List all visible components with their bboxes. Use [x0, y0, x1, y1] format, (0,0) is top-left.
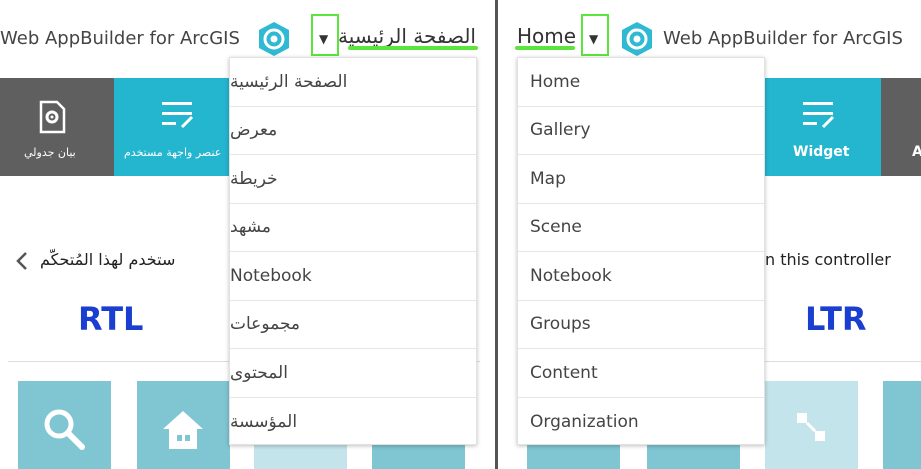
active-underline [348, 46, 478, 50]
rtl-nav-menu: الصفحة الرئيسية معرض خريطة مشهد Notebook… [229, 57, 477, 445]
widget-tile-label: عنصر واجهة مستخدم [124, 146, 222, 159]
menu-item-groups[interactable]: Groups [518, 301, 764, 349]
chevron-left-icon[interactable] [14, 250, 30, 272]
active-underline [515, 46, 575, 50]
menu-item-scene[interactable]: Scene [518, 204, 764, 252]
rtl-panel: Web AppBuilder for ArcGIS ▼ الصفحة الرئي… [0, 0, 489, 469]
widget-tile[interactable]: Widget [765, 78, 881, 176]
menu-item-notebook[interactable]: Notebook [518, 252, 764, 301]
menu-dropdown-toggle[interactable]: ▼ [581, 14, 609, 56]
menu-item-map[interactable]: Map [518, 155, 764, 204]
widget-tile[interactable]: عنصر واجهة مستخدم [114, 78, 234, 176]
ltr-nav-menu: Home Gallery Map Scene Notebook Groups C… [517, 57, 765, 445]
search-tile[interactable] [18, 381, 111, 469]
menu-item-home[interactable]: الصفحة الرئيسية [230, 58, 476, 107]
menu-item-content[interactable]: المحتوى [230, 349, 476, 398]
menu-item-gallery[interactable]: معرض [230, 107, 476, 155]
partial-tile-label: A [912, 144, 921, 160]
ltr-panel: Home ▼ Web AppBuilder for ArcGIS Widget … [507, 0, 921, 469]
panel-divider [495, 0, 498, 469]
menu-item-organization[interactable]: المؤسسة [230, 398, 476, 447]
partial-tile[interactable]: A [881, 78, 921, 176]
panel-gap [489, 0, 507, 469]
arcgis-logo-icon [622, 22, 652, 56]
menu-item-organization[interactable]: Organization [518, 398, 764, 447]
tile-4[interactable] [883, 381, 921, 469]
home-link[interactable]: الصفحة الرئيسية [338, 24, 476, 48]
app-title: Web AppBuilder for ArcGIS [663, 28, 903, 49]
widget-icon [803, 102, 835, 129]
widget-tile-label: Widget [793, 144, 850, 160]
chevron-down-icon: ▼ [319, 32, 329, 46]
menu-item-notebook[interactable]: Notebook [230, 252, 476, 301]
gear-document-icon [39, 100, 66, 134]
menu-item-content[interactable]: Content [518, 349, 764, 398]
direction-label: LTR [805, 300, 867, 338]
move-icon [797, 413, 825, 441]
menu-dropdown-toggle[interactable]: ▼ [311, 14, 339, 56]
table-tile[interactable]: بيان جدولي [0, 78, 114, 176]
menu-item-scene[interactable]: مشهد [230, 204, 476, 252]
controller-hint: n this controller [765, 250, 891, 269]
search-icon [44, 409, 85, 450]
controller-hint: ستخدم لهذا المُتحكّم [40, 250, 176, 269]
menu-item-gallery[interactable]: Gallery [518, 107, 764, 155]
direction-label: RTL [78, 300, 144, 338]
chevron-down-icon: ▼ [589, 32, 599, 46]
menu-item-home[interactable]: Home [518, 58, 764, 107]
arcgis-logo-icon [259, 22, 289, 56]
menu-item-map[interactable]: خريطة [230, 155, 476, 204]
widget-icon [162, 102, 194, 129]
home-link[interactable]: Home [517, 24, 576, 48]
table-tile-label: بيان جدولي [24, 146, 76, 159]
menu-item-groups[interactable]: مجموعات [230, 301, 476, 349]
home-tile[interactable] [137, 381, 230, 469]
app-title: Web AppBuilder for ArcGIS [0, 28, 240, 49]
move-tile[interactable] [765, 381, 858, 469]
home-icon [163, 411, 203, 449]
